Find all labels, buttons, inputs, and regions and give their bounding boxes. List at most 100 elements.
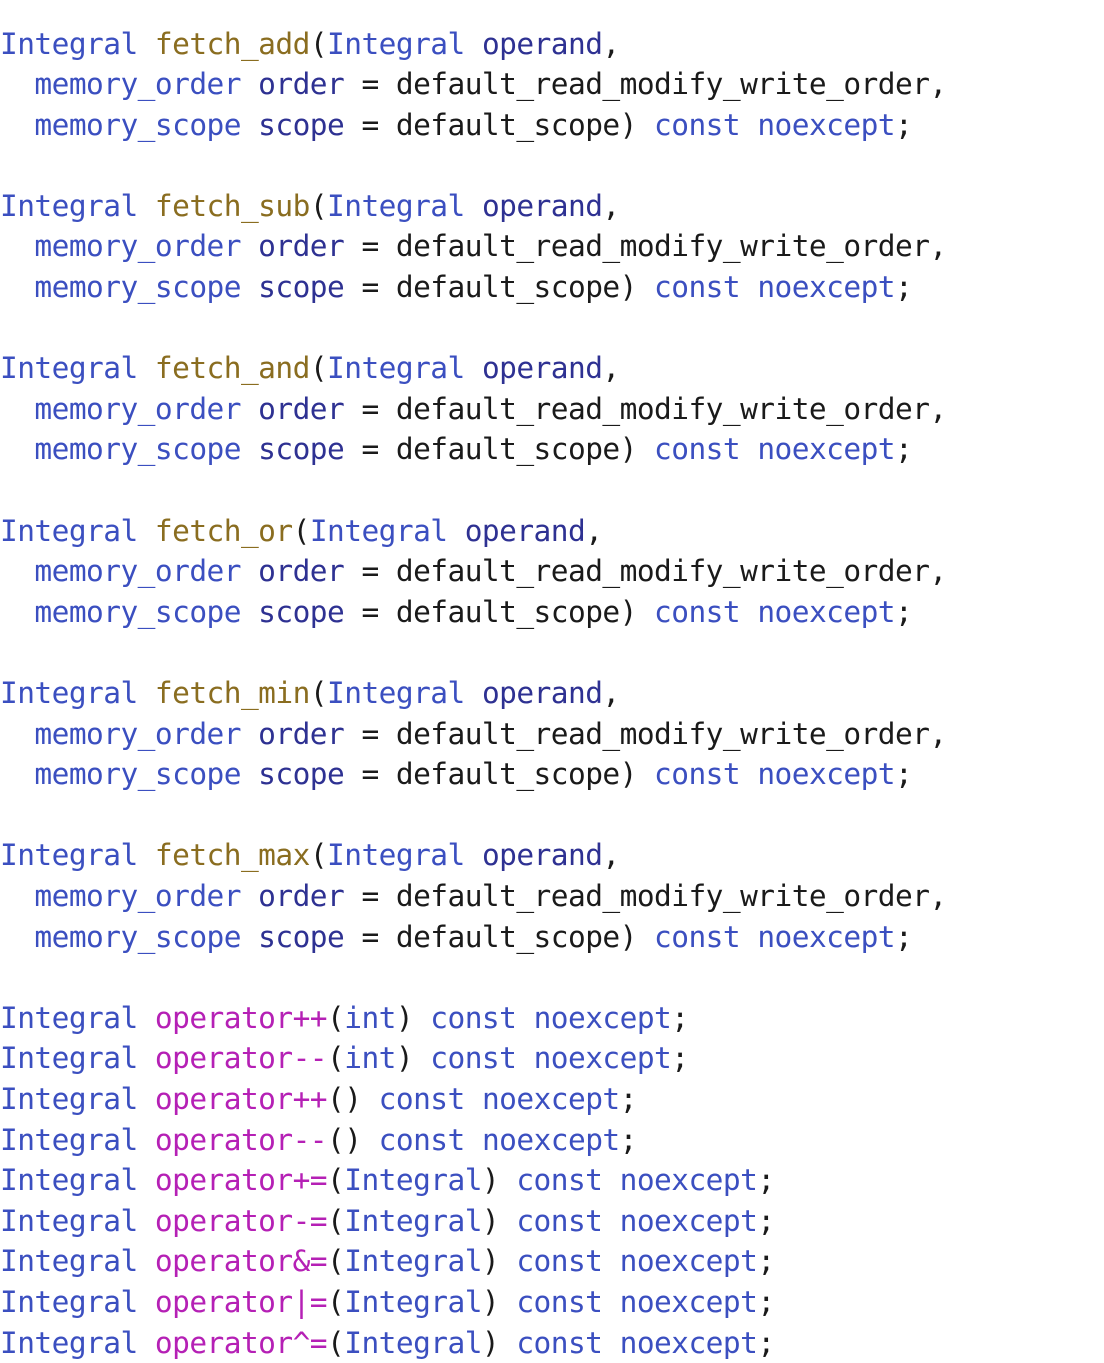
code-token: fetch_and (155, 351, 310, 385)
code-token: ( (327, 1163, 344, 1197)
code-token: ; (757, 1163, 774, 1197)
code-token: ; (895, 595, 912, 629)
code-token: ( (293, 514, 310, 548)
code-token: ( (327, 1001, 344, 1035)
code-line: Integral fetch_sub(Integral operand, (0, 186, 947, 227)
code-token (138, 1082, 155, 1116)
code-token (138, 676, 155, 710)
code-token: default_scope (396, 757, 620, 791)
code-token: int (344, 1041, 396, 1075)
code-token (241, 554, 258, 588)
code-token (241, 920, 258, 954)
code-token: order (258, 879, 344, 913)
code-token: ; (620, 1123, 637, 1157)
code-line: Integral fetch_or(Integral operand, (0, 511, 947, 552)
code-token: memory_scope (34, 595, 241, 629)
code-token: ; (895, 757, 912, 791)
code-token: ) (620, 108, 654, 142)
code-token (138, 27, 155, 61)
code-token: () (327, 1082, 379, 1116)
code-token (138, 351, 155, 385)
code-token: Integral (0, 1285, 138, 1319)
code-line: Integral operator|=(Integral) const noex… (0, 1282, 947, 1323)
code-token: ) (620, 757, 654, 791)
code-token: operand (482, 838, 602, 872)
code-token: default_read_modify_write_order (396, 67, 930, 101)
code-token: Integral (0, 1163, 138, 1197)
code-token (740, 432, 757, 466)
code-token: const (516, 1326, 602, 1360)
code-token: ( (327, 1041, 344, 1075)
code-token (138, 838, 155, 872)
code-token: Integral (327, 27, 465, 61)
code-token: ; (757, 1204, 774, 1238)
code-line: memory_scope scope = default_scope) cons… (0, 429, 947, 470)
code-token (138, 1001, 155, 1035)
code-token: noexcept (757, 432, 895, 466)
code-listing: Integral fetch_add(Integral operand, mem… (0, 24, 947, 1363)
code-token: fetch_or (155, 514, 293, 548)
code-token (241, 270, 258, 304)
code-token: const (654, 595, 740, 629)
code-token: Integral (0, 838, 138, 872)
code-token: Integral (327, 351, 465, 385)
code-token (465, 1082, 482, 1116)
code-token: noexcept (620, 1326, 758, 1360)
code-token: memory_order (34, 67, 241, 101)
code-token: , (929, 229, 946, 263)
code-token: ; (895, 108, 912, 142)
code-token: Integral (0, 1123, 138, 1157)
code-line: Integral operator++() const noexcept; (0, 1079, 947, 1120)
code-token: , (602, 351, 619, 385)
code-token: ) (396, 1001, 430, 1035)
code-token: ( (327, 1285, 344, 1319)
code-line: memory_order order = default_read_modify… (0, 64, 947, 105)
code-line: Integral operator++(int) const noexcept; (0, 998, 947, 1039)
code-token: memory_scope (34, 270, 241, 304)
code-token: memory_scope (34, 920, 241, 954)
code-token: Integral (0, 27, 138, 61)
code-blank-line (0, 957, 947, 998)
code-token: , (585, 514, 602, 548)
code-token (138, 1204, 155, 1238)
code-token: operand (482, 351, 602, 385)
code-line: Integral operator-=(Integral) const noex… (0, 1201, 947, 1242)
code-token (241, 392, 258, 426)
code-token (0, 229, 34, 263)
code-token (138, 1123, 155, 1157)
code-token: Integral (310, 514, 448, 548)
code-token (516, 1001, 533, 1035)
code-token: ; (620, 1082, 637, 1116)
code-token: = (344, 879, 396, 913)
code-token: , (929, 717, 946, 751)
code-token (602, 1163, 619, 1197)
code-token: ) (620, 432, 654, 466)
code-token: Integral (0, 189, 138, 223)
code-token: operand (482, 27, 602, 61)
code-token (138, 1244, 155, 1278)
code-token (465, 189, 482, 223)
code-token (516, 1041, 533, 1075)
code-token: scope (258, 108, 344, 142)
code-token: , (602, 838, 619, 872)
code-token: scope (258, 432, 344, 466)
code-token: ; (757, 1326, 774, 1360)
code-token: , (929, 554, 946, 588)
code-token: default_scope (396, 920, 620, 954)
code-token (138, 189, 155, 223)
code-token (465, 27, 482, 61)
code-token: const (654, 108, 740, 142)
code-token: memory_order (34, 229, 241, 263)
code-token: const (516, 1204, 602, 1238)
code-token: , (929, 879, 946, 913)
code-blank-line (0, 308, 947, 349)
code-token: const (379, 1123, 465, 1157)
code-token: ; (671, 1001, 688, 1035)
code-token: operand (482, 676, 602, 710)
code-token: operator-- (155, 1041, 327, 1075)
code-line: memory_scope scope = default_scope) cons… (0, 754, 947, 795)
code-token (0, 920, 34, 954)
code-token: Integral (0, 1041, 138, 1075)
code-token: noexcept (534, 1041, 672, 1075)
code-token: default_scope (396, 595, 620, 629)
